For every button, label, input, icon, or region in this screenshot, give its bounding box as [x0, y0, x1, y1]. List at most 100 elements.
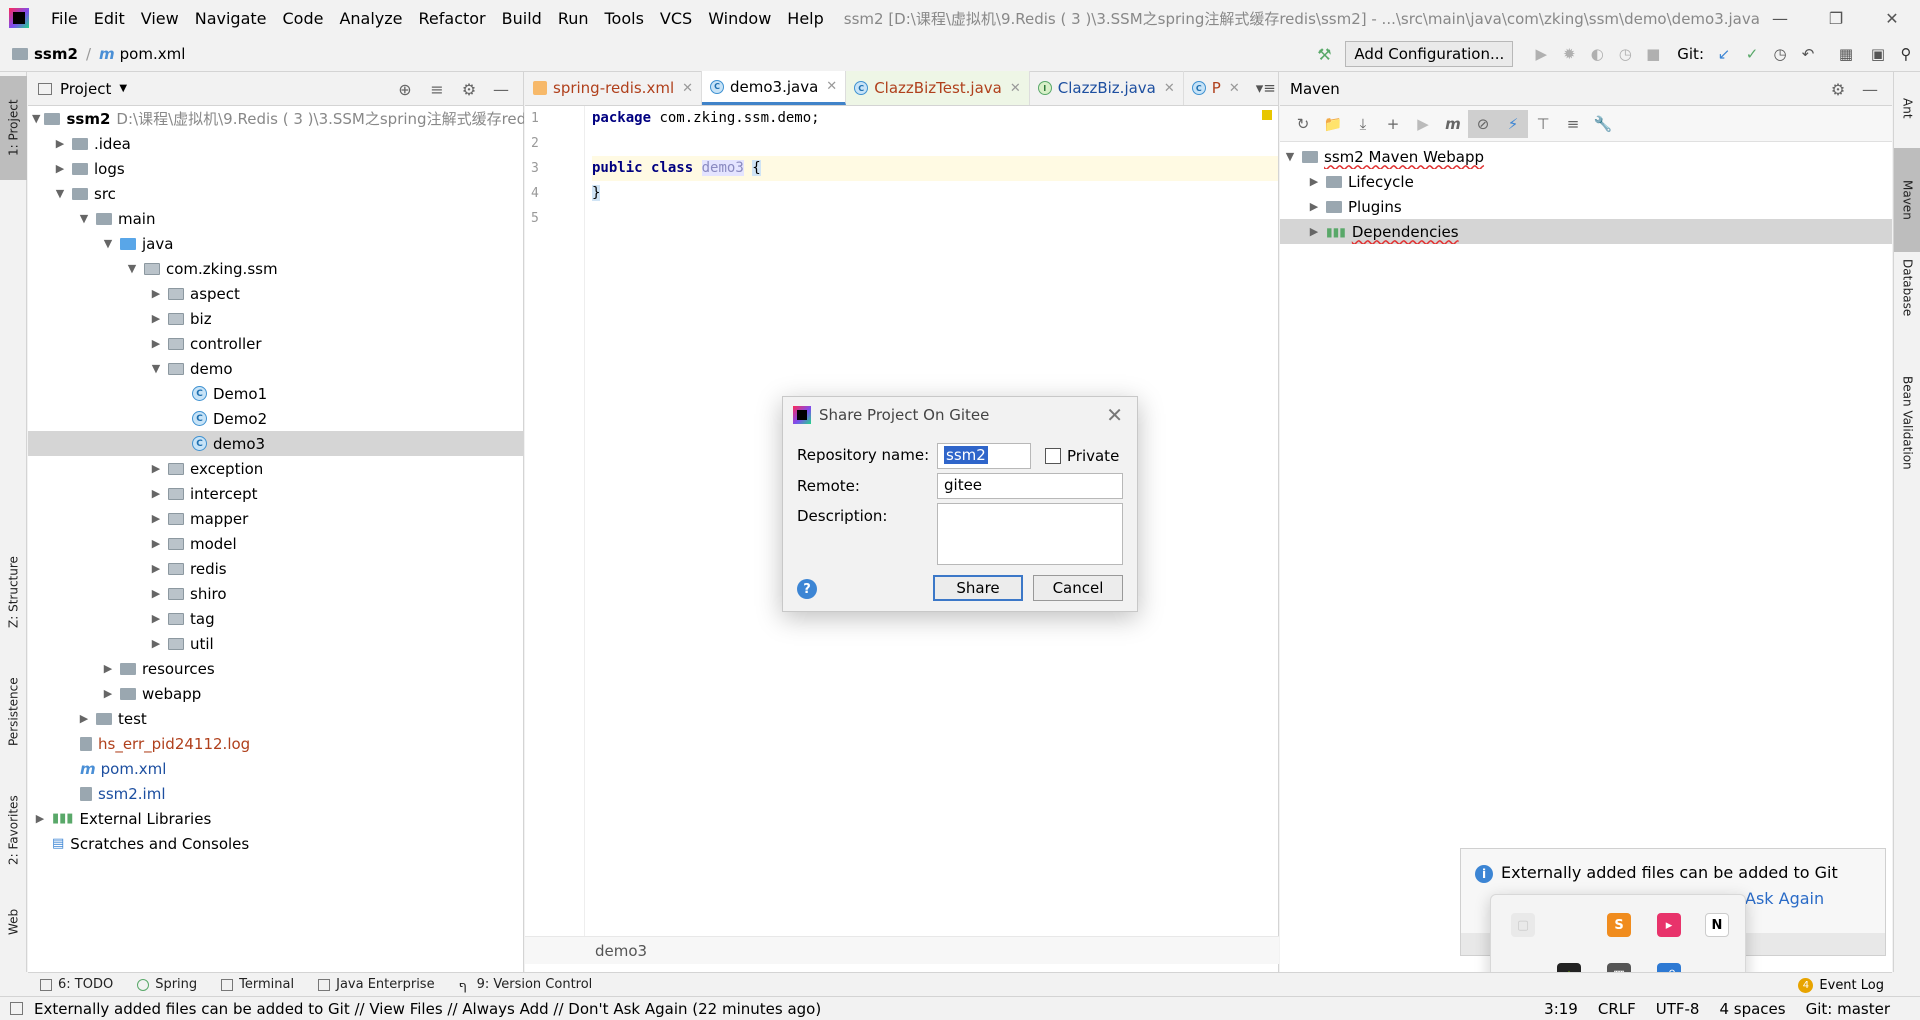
- chevron-right-icon[interactable]: ▶: [100, 687, 116, 700]
- ask-again-link[interactable]: Ask Again: [1745, 889, 1824, 908]
- menu-help[interactable]: Help: [779, 9, 831, 28]
- tab-demo3-java[interactable]: C demo3.java ✕: [702, 71, 847, 105]
- close-icon[interactable]: ✕: [1164, 81, 1175, 96]
- tree-node-java[interactable]: ▼ java: [28, 231, 524, 256]
- tree-node-biz[interactable]: ▶ biz: [28, 306, 524, 331]
- chevron-right-icon[interactable]: ▶: [148, 312, 164, 325]
- tree-node-test[interactable]: ▶ test: [28, 706, 524, 731]
- caret-position[interactable]: 3:19: [1544, 1000, 1578, 1018]
- tab-spring-redis-xml[interactable]: spring-redis.xml ✕: [525, 71, 703, 105]
- gear-icon[interactable]: ⚙: [1822, 80, 1854, 99]
- tool-spring[interactable]: Spring: [125, 977, 209, 992]
- chevron-right-icon[interactable]: ▶: [1306, 175, 1322, 188]
- chevron-right-icon[interactable]: ▶: [148, 612, 164, 625]
- close-icon[interactable]: ✕: [1010, 81, 1021, 96]
- help-icon[interactable]: ?: [797, 579, 817, 599]
- tree-node-log-file[interactable]: hs_err_pid24112.log: [28, 731, 524, 756]
- menu-tools[interactable]: Tools: [597, 9, 652, 28]
- tab-web[interactable]: Web: [0, 892, 27, 952]
- tab-bean-validation[interactable]: Bean Validation: [1894, 348, 1920, 498]
- maven-node-lifecycle[interactable]: ▶ Lifecycle: [1280, 169, 1892, 194]
- breadcrumb-file[interactable]: pom.xml: [120, 45, 186, 63]
- tool-event-log[interactable]: 4 Event Log: [1798, 973, 1884, 997]
- close-icon[interactable]: ✕: [826, 79, 837, 94]
- chevron-right-icon[interactable]: ▶: [148, 337, 164, 350]
- git-rollback-icon[interactable]: ↶: [1794, 40, 1822, 68]
- tab-truncated[interactable]: C P ✕: [1184, 71, 1248, 105]
- tool-todo[interactable]: 6: TODO: [28, 977, 125, 992]
- indent-setting[interactable]: 4 spaces: [1719, 1000, 1785, 1018]
- tab-clazzbiz-java[interactable]: I ClazzBiz.java ✕: [1030, 71, 1184, 105]
- wrench-icon[interactable]: 🔧: [1588, 110, 1618, 138]
- plus-icon[interactable]: +: [1378, 110, 1408, 138]
- tree-node-aspect[interactable]: ▶ aspect: [28, 281, 524, 306]
- chevron-down-icon[interactable]: ▼: [52, 187, 68, 200]
- close-window-icon[interactable]: ✕: [1864, 0, 1920, 36]
- coverage-icon[interactable]: ◐: [1583, 40, 1611, 68]
- chevron-right-icon[interactable]: ▶: [76, 712, 92, 725]
- search-everywhere-icon[interactable]: ⚲: [1892, 40, 1920, 68]
- collapse-all-icon[interactable]: ≡: [1558, 110, 1588, 138]
- chevron-right-icon[interactable]: ▶: [148, 637, 164, 650]
- tree-node-pom[interactable]: m pom.xml: [28, 756, 524, 781]
- tree-node-external-libraries[interactable]: ▶ ▮▮▮ External Libraries: [28, 806, 524, 831]
- tab-maven[interactable]: Maven: [1894, 148, 1920, 252]
- menu-build[interactable]: Build: [494, 9, 550, 28]
- maven-node-dependencies[interactable]: ▶ ▮▮▮ Dependencies: [1280, 219, 1892, 244]
- tree-node-scratches[interactable]: ▤ Scratches and Consoles: [28, 831, 524, 856]
- execute-goal-icon[interactable]: m: [1438, 110, 1468, 138]
- menu-run[interactable]: Run: [550, 9, 597, 28]
- tree-node-model[interactable]: ▶ model: [28, 531, 524, 556]
- tab-favorites[interactable]: 2: Favorites: [0, 780, 27, 880]
- chevron-right-icon[interactable]: ▶: [52, 162, 68, 175]
- editor-breadcrumb[interactable]: demo3: [525, 936, 1279, 964]
- toggle-offline-icon[interactable]: ⊘: [1468, 109, 1498, 138]
- reload-icon[interactable]: ↻: [1288, 110, 1318, 138]
- add-maven-project-icon[interactable]: 📁: [1318, 110, 1348, 138]
- close-icon[interactable]: ✕: [682, 81, 693, 96]
- tab-overflow-menu[interactable]: ▾≡: [1248, 71, 1284, 105]
- repository-name-input[interactable]: ssm2: [937, 443, 1031, 469]
- chevron-down-icon[interactable]: ▼: [100, 237, 116, 250]
- status-message[interactable]: Externally added files can be added to G…: [0, 1000, 821, 1018]
- private-checkbox[interactable]: [1045, 448, 1061, 464]
- chevron-down-icon[interactable]: ▼: [32, 112, 40, 125]
- sublime-tray-icon[interactable]: S: [1607, 913, 1631, 937]
- add-configuration-button[interactable]: Add Configuration...: [1345, 41, 1514, 67]
- chevron-right-icon[interactable]: ▶: [32, 812, 48, 825]
- menu-navigate[interactable]: Navigate: [187, 9, 275, 28]
- profile-icon[interactable]: ◷: [1611, 40, 1639, 68]
- tree-node-demo3[interactable]: C demo3: [28, 431, 524, 456]
- chevron-right-icon[interactable]: ▶: [148, 462, 164, 475]
- maven-node-root[interactable]: ▼ ssm2 Maven Webapp: [1280, 144, 1892, 169]
- tree-node-shiro[interactable]: ▶ shiro: [28, 581, 524, 606]
- debug-icon[interactable]: ✹: [1555, 40, 1583, 68]
- chevron-right-icon[interactable]: ▶: [148, 537, 164, 550]
- tree-node-main[interactable]: ▼ main: [28, 206, 524, 231]
- tree-node-root[interactable]: ▼ ssm2 D:\课程\虚拟机\9.Redis ( 3 )\3.SSM之spr…: [28, 106, 524, 131]
- close-icon[interactable]: ✕: [1106, 403, 1123, 427]
- stop-icon[interactable]: ■: [1639, 40, 1667, 68]
- menu-vcs[interactable]: VCS: [652, 9, 700, 28]
- description-textarea[interactable]: [937, 503, 1123, 565]
- chevron-right-icon[interactable]: ▶: [148, 487, 164, 500]
- tool-java-enterprise[interactable]: Java Enterprise: [306, 977, 446, 992]
- menu-file[interactable]: File: [43, 9, 86, 28]
- build-hammer-icon[interactable]: ⚒: [1315, 45, 1333, 64]
- tree-node-redis[interactable]: ▶ redis: [28, 556, 524, 581]
- git-commit-icon[interactable]: ✓: [1738, 40, 1766, 68]
- maven-node-plugins[interactable]: ▶ Plugins: [1280, 194, 1892, 219]
- project-panel-title[interactable]: Project: [60, 80, 111, 98]
- toggle-tool-windows-icon[interactable]: [10, 1002, 23, 1015]
- menu-edit[interactable]: Edit: [86, 9, 133, 28]
- hide-icon[interactable]: —: [485, 80, 517, 99]
- tab-database[interactable]: Database: [1894, 238, 1920, 338]
- notion-tray-icon[interactable]: N: [1705, 913, 1729, 937]
- tree-node-mapper[interactable]: ▶ mapper: [28, 506, 524, 531]
- tree-node-package[interactable]: ▼ com.zking.ssm: [28, 256, 524, 281]
- tree-node-util[interactable]: ▶ util: [28, 631, 524, 656]
- chevron-right-icon[interactable]: ▶: [100, 662, 116, 675]
- project-structure-icon[interactable]: ▦: [1832, 40, 1860, 68]
- breadcrumb-project[interactable]: ssm2: [34, 45, 78, 63]
- file-encoding[interactable]: UTF-8: [1656, 1000, 1700, 1018]
